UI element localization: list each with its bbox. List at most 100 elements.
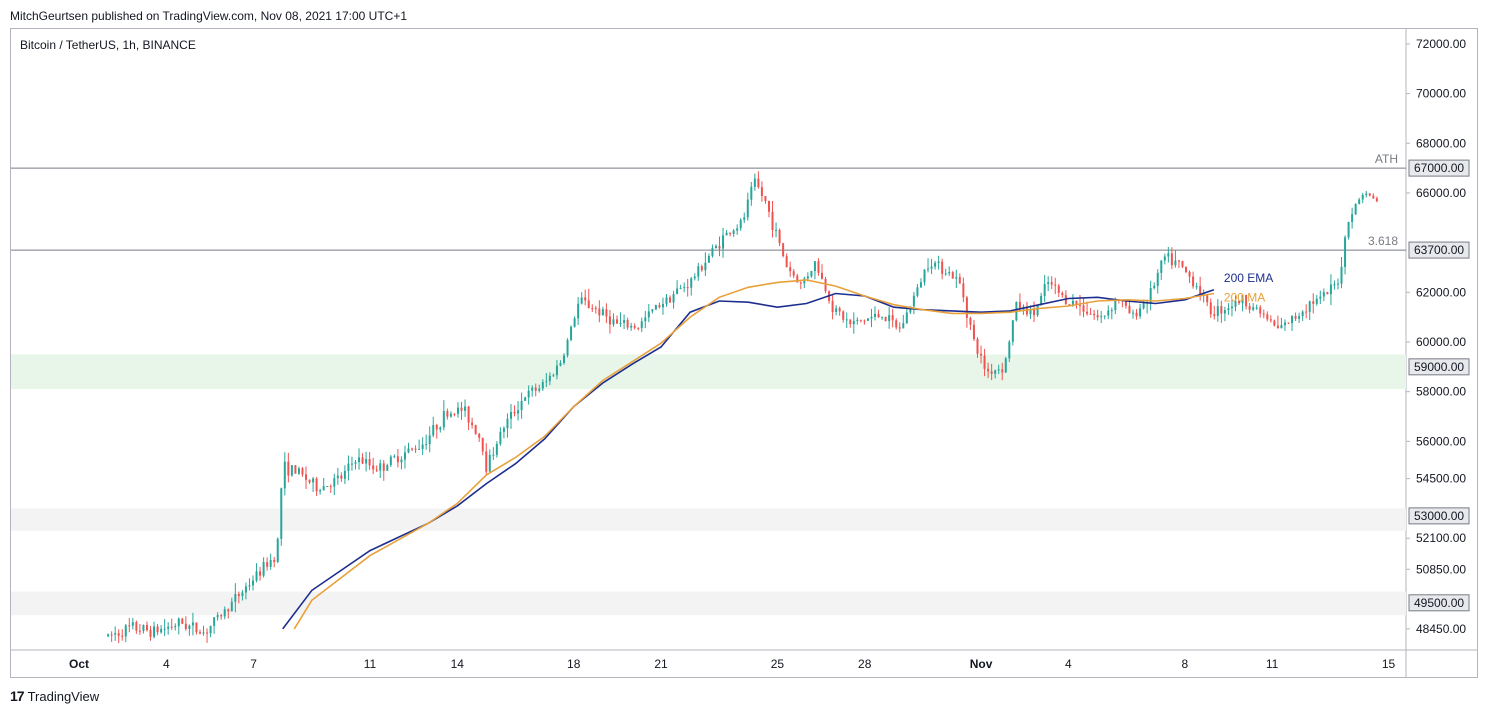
candle-body <box>1326 292 1329 295</box>
candle-body <box>849 319 852 325</box>
candle-body <box>934 262 937 267</box>
candle-body <box>637 327 640 329</box>
candle-body <box>584 297 587 301</box>
candle-body <box>658 305 661 308</box>
symbol-title[interactable]: Bitcoin / TetherUS, 1h, BINANCE <box>20 38 196 52</box>
candle-body <box>1375 198 1378 202</box>
candle-body <box>329 486 332 488</box>
candle-body <box>262 562 265 576</box>
candle-body <box>131 622 134 626</box>
y-tick-label-0: 72000.00 <box>1416 37 1466 51</box>
candle-body <box>1312 301 1315 304</box>
candle-body <box>1188 272 1191 277</box>
candle-body <box>354 462 357 464</box>
candle-body <box>230 601 233 612</box>
candle-body <box>375 469 378 471</box>
candle-body <box>456 407 459 414</box>
candle-body <box>566 339 569 356</box>
candle-body <box>1086 311 1089 314</box>
y-tick-label-1: 70000.00 <box>1416 87 1466 101</box>
candle-body <box>1078 304 1081 306</box>
y-tick-label-7: 56000.00 <box>1416 434 1466 448</box>
candle-body <box>714 246 717 249</box>
price-box-label-4: 49500.00 <box>1414 596 1464 610</box>
candle-body <box>403 452 406 460</box>
candle-body <box>895 320 898 328</box>
candle-body <box>280 488 283 539</box>
candle-body <box>803 278 806 284</box>
candle-body <box>107 634 110 637</box>
candle-body <box>870 316 873 319</box>
candle-body <box>863 320 866 322</box>
candle-body <box>1227 308 1230 311</box>
candle-body <box>676 288 679 295</box>
candle-body <box>545 381 548 383</box>
candle-body <box>1336 283 1339 285</box>
y-tick-label-6: 58000.00 <box>1416 385 1466 399</box>
candle-body <box>223 609 226 617</box>
candle-body <box>976 339 979 354</box>
candle-body <box>1262 313 1265 315</box>
candle-body <box>580 297 583 304</box>
candle-body <box>446 411 449 417</box>
candle-body <box>605 309 608 317</box>
level-label-0: ATH <box>1375 152 1398 166</box>
candle-body <box>792 271 795 276</box>
candle-body <box>661 303 664 308</box>
candle-body <box>365 459 368 464</box>
candle-body <box>1319 296 1322 299</box>
candle-body <box>1368 193 1371 196</box>
candle-body <box>570 326 573 340</box>
chart-frame[interactable]: ATH 3.618 200 EMA 200 MA 72000.00 70000.00 680… <box>10 28 1478 678</box>
candle-body <box>269 559 272 567</box>
candle-body <box>962 283 965 298</box>
candle-body <box>598 308 601 316</box>
candle-body <box>990 371 993 374</box>
candle-body <box>746 199 749 218</box>
candle-body <box>213 617 216 626</box>
candle-body <box>163 628 166 630</box>
candle-body <box>647 311 650 318</box>
candle-body <box>372 465 375 470</box>
tradingview-footer[interactable]: 17 TradingView <box>10 688 99 704</box>
candle-body <box>760 187 763 197</box>
candle-body <box>552 375 555 377</box>
candle-body <box>227 609 230 612</box>
candle-body <box>1220 306 1223 314</box>
x-tick-label-2: 7 <box>250 657 257 671</box>
candle-body <box>630 325 633 328</box>
candle-body <box>1283 322 1286 326</box>
candle-body <box>358 457 361 463</box>
candle-body <box>167 626 170 629</box>
candle-body <box>707 255 710 263</box>
candle-body <box>785 256 788 268</box>
candle-body <box>1093 313 1096 316</box>
candle-body <box>343 470 346 479</box>
candle-body <box>1128 305 1131 314</box>
candle-body <box>693 276 696 279</box>
candle-body <box>145 625 148 631</box>
candle-body <box>669 297 672 303</box>
candle-body <box>806 276 809 279</box>
candle-body <box>202 632 205 634</box>
price-chart[interactable]: ATH 3.618 200 EMA 200 MA 72000.00 70000.00 680… <box>10 28 1478 678</box>
candle-body <box>368 459 371 466</box>
candle-body <box>1298 316 1301 319</box>
candle-body <box>315 478 318 492</box>
candle-body <box>117 633 120 636</box>
candle-body <box>633 325 636 328</box>
candle-body <box>198 632 201 634</box>
candle-body <box>283 461 286 489</box>
candle-body <box>1132 312 1135 314</box>
candle-body <box>644 317 647 322</box>
candle-body <box>881 316 884 318</box>
candle-body <box>1001 369 1004 373</box>
candle-body <box>782 243 785 257</box>
candle-body <box>1269 319 1272 321</box>
candle-body <box>170 626 173 628</box>
x-tick-label-13: 15 <box>1382 657 1396 671</box>
candle-body <box>1287 322 1290 324</box>
candle-body <box>916 287 919 296</box>
candle-body <box>697 266 700 277</box>
candle-body <box>1050 282 1053 285</box>
